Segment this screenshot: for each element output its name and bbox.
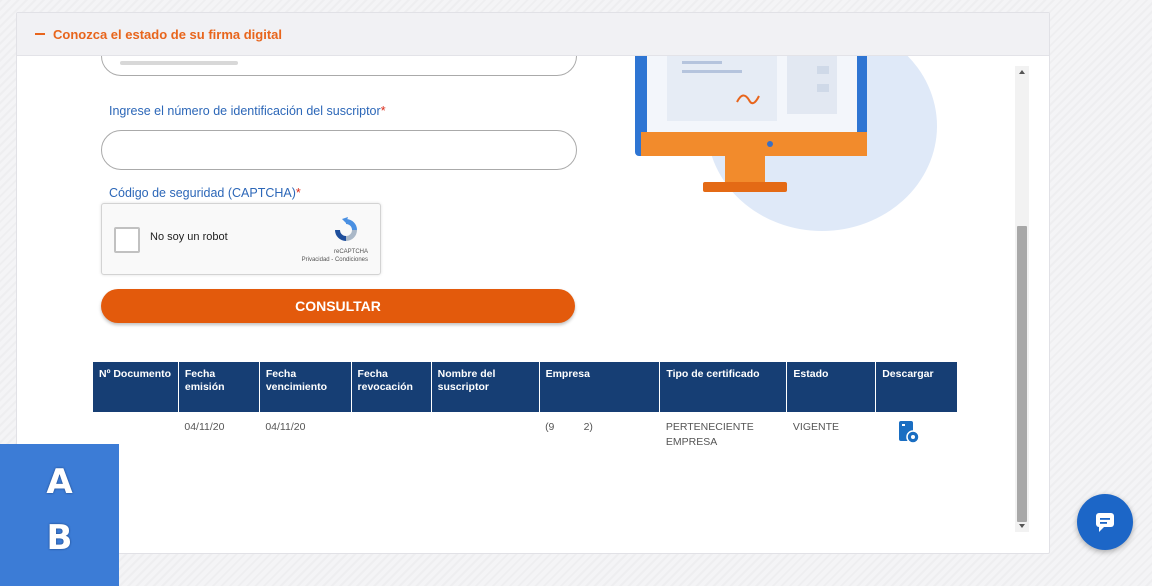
- vertical-scrollbar[interactable]: [1015, 66, 1029, 532]
- scrollbar-thumb[interactable]: [1017, 226, 1027, 522]
- document-type-field[interactable]: [101, 56, 577, 76]
- recaptcha-logo-icon: [335, 217, 357, 241]
- minus-icon[interactable]: [35, 33, 45, 35]
- cell-emision: 04/11/20: [184, 421, 225, 433]
- consultar-button[interactable]: CONSULTAR: [101, 289, 575, 323]
- cell-estado: VIGENTE: [792, 421, 839, 433]
- letter-b: B: [46, 518, 73, 558]
- required-mark: *: [380, 104, 386, 118]
- id-label-text: Ingrese el número de identificación del …: [109, 104, 381, 118]
- panel-title: Conozca el estado de su firma digital: [53, 26, 282, 42]
- id-number-input[interactable]: [101, 130, 577, 170]
- col-descargar: Descargar: [875, 362, 957, 412]
- col-fecha-revocacion: Fecha revocación: [351, 362, 432, 412]
- field-value-placeholder: [120, 61, 238, 65]
- col-fecha-emision: Fecha emisión: [178, 362, 260, 412]
- cell-vencimiento: 04/11/20: [265, 421, 306, 433]
- table-header-row: Nº Documento Fecha emisión Fecha vencimi…: [93, 362, 957, 412]
- cell-descargar: [876, 412, 957, 459]
- signature-status-panel: Conozca el estado de su firma digital In…: [16, 12, 1050, 554]
- cell-revocacion: [351, 412, 431, 459]
- cell-empresa: (9 2): [545, 421, 593, 433]
- cell-nombre: [431, 412, 539, 459]
- col-documento: Nº Documento: [93, 362, 179, 412]
- recaptcha-links[interactable]: Privacidad - Condiciones: [302, 256, 368, 264]
- download-document-icon[interactable]: [898, 420, 920, 446]
- results-table: Nº Documento Fecha emisión Fecha vencimi…: [93, 362, 957, 459]
- captcha-label: Código de seguridad (CAPTCHA)*: [109, 186, 301, 200]
- chat-button[interactable]: [1077, 494, 1133, 550]
- col-fecha-vencimiento: Fecha vencimiento: [259, 362, 352, 412]
- col-tipo-certificado: Tipo de certificado: [659, 362, 788, 412]
- letter-a: A: [46, 462, 73, 502]
- monitor-illustration: [635, 56, 937, 231]
- recaptcha-checkbox-label: No soy un robot: [150, 231, 228, 243]
- ab-overlay-badge: A B: [0, 444, 119, 586]
- recaptcha-checkbox[interactable]: [114, 227, 140, 253]
- recaptcha-brand: reCAPTCHA: [333, 249, 368, 255]
- captcha-label-text: Código de seguridad (CAPTCHA): [109, 186, 296, 200]
- col-nombre-suscriptor: Nombre del suscriptor: [431, 362, 540, 412]
- table-row: 04/11/20 04/11/20 (9 2) PERTENECIENTE EM…: [93, 412, 957, 459]
- required-mark: *: [295, 186, 301, 200]
- id-label: Ingrese el número de identificación del …: [109, 104, 386, 118]
- scroll-up-arrow-icon[interactable]: [1019, 70, 1025, 74]
- cell-tipo: PERTENECIENTE EMPRESA: [665, 421, 754, 448]
- panel-header[interactable]: Conozca el estado de su firma digital: [17, 13, 1049, 56]
- panel-body: Ingrese el número de identificación del …: [17, 56, 1049, 553]
- col-estado: Estado: [786, 362, 877, 412]
- recaptcha-text: reCAPTCHA Privacidad - Condiciones: [302, 248, 368, 264]
- scroll-down-arrow-icon[interactable]: [1019, 524, 1025, 528]
- recaptcha-widget: No soy un robot reCAPTCHA Privacidad - C…: [101, 203, 381, 275]
- col-empresa: Empresa: [539, 362, 661, 412]
- chat-bubble-icon: [1096, 513, 1114, 532]
